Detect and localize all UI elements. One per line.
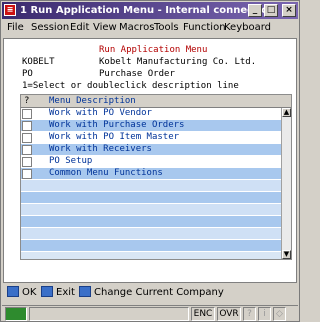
app-window: ≡ 1 Run Application Menu - Internal conn… — [0, 0, 300, 322]
maximize-button[interactable]: □ — [264, 4, 278, 17]
help-icon[interactable]: ? — [243, 307, 256, 321]
ok-button[interactable]: OK — [7, 286, 36, 302]
menu-description[interactable]: PO Setup — [49, 156, 92, 167]
company-name: Kobelt Manufacturing Co. Ltd. — [99, 57, 257, 67]
menu-edit[interactable]: Edit — [70, 22, 89, 33]
empty-row — [21, 180, 281, 192]
menu-description[interactable]: Work with PO Vendor — [49, 108, 152, 119]
status-bar: ENC OVR ? i ◇ — [2, 305, 298, 322]
ok-icon — [7, 286, 19, 297]
menu-description[interactable]: Work with Purchase Orders — [49, 120, 184, 131]
app-icon[interactable]: ≡ — [4, 4, 16, 16]
grid-header: ? Menu Description — [21, 95, 291, 108]
empty-row — [21, 204, 281, 216]
select-field[interactable] — [22, 169, 32, 179]
select-field[interactable] — [22, 145, 32, 155]
exit-icon — [41, 286, 53, 297]
terminal-screen: Run Application Menu KOBELT Kobelt Manuf… — [3, 38, 297, 283]
select-field[interactable] — [22, 157, 32, 167]
ok-label: OK — [22, 287, 37, 298]
select-field[interactable] — [22, 121, 32, 131]
module-name: Purchase Order — [99, 69, 175, 79]
screen-title: Run Application Menu — [99, 45, 208, 55]
select-field[interactable] — [22, 133, 32, 143]
module-code: PO — [22, 69, 33, 79]
menu-description[interactable]: Work with Receivers — [49, 144, 152, 155]
menu-description[interactable]: Common Menu Functions — [49, 168, 163, 179]
table-row[interactable]: Work with Receivers — [21, 144, 281, 156]
table-row[interactable]: Work with Purchase Orders — [21, 120, 281, 132]
menu-file[interactable]: File — [7, 22, 24, 33]
menu-view[interactable]: View — [93, 22, 117, 33]
vertical-scrollbar[interactable]: ▲ ▼ — [281, 108, 291, 259]
menu-keyboard[interactable]: Keyboard — [224, 22, 271, 33]
ovr-indicator: OVR — [217, 307, 241, 321]
change-company-label: Change Current Company — [94, 287, 224, 298]
table-row[interactable]: PO Setup — [21, 156, 281, 168]
empty-row — [21, 240, 281, 252]
instruction-text: 1=Select or doubleclick description line — [22, 81, 239, 91]
close-button[interactable]: × — [282, 4, 296, 17]
enc-indicator: ENC — [191, 307, 215, 321]
status-message — [29, 307, 189, 321]
empty-row — [21, 192, 281, 204]
change-company-icon — [79, 286, 91, 297]
menu-macros[interactable]: Macros — [119, 22, 154, 33]
minimize-button[interactable]: _ — [248, 4, 262, 17]
window-title: 1 Run Application Menu - Internal connec… — [20, 5, 276, 16]
table-row[interactable]: Work with PO Item Master — [21, 132, 281, 144]
title-bar: ≡ 1 Run Application Menu - Internal conn… — [2, 2, 298, 19]
company-code: KOBELT — [22, 57, 55, 67]
select-field[interactable] — [22, 109, 32, 119]
function-key-bar: OK Exit Change Current Company — [3, 284, 297, 304]
scroll-up-icon[interactable]: ▲ — [282, 108, 291, 117]
menu-tools[interactable]: Tools — [154, 22, 179, 33]
change-company-button[interactable]: Change Current Company — [79, 286, 224, 302]
col-description-header: Menu Description — [49, 96, 136, 106]
scroll-down-icon[interactable]: ▼ — [282, 250, 291, 259]
exit-button[interactable]: Exit — [41, 286, 75, 302]
empty-row — [21, 216, 281, 228]
menu-session[interactable]: Session — [31, 22, 69, 33]
table-row[interactable]: Work with PO Vendor — [21, 108, 281, 120]
connection-icon — [5, 307, 27, 321]
exit-label: Exit — [56, 287, 75, 298]
empty-row — [21, 228, 281, 240]
col-select-header: ? — [24, 96, 30, 106]
menu-bar: File Session Edit View Macros Tools Func… — [2, 20, 298, 36]
info-icon[interactable]: i — [258, 307, 271, 321]
menu-description[interactable]: Work with PO Item Master — [49, 132, 179, 143]
lock-icon[interactable]: ◇ — [273, 307, 286, 321]
menu-function[interactable]: Function — [183, 22, 226, 33]
table-row[interactable]: Common Menu Functions — [21, 168, 281, 180]
menu-grid: ? Menu Description Work with PO Vendor W… — [20, 94, 292, 260]
